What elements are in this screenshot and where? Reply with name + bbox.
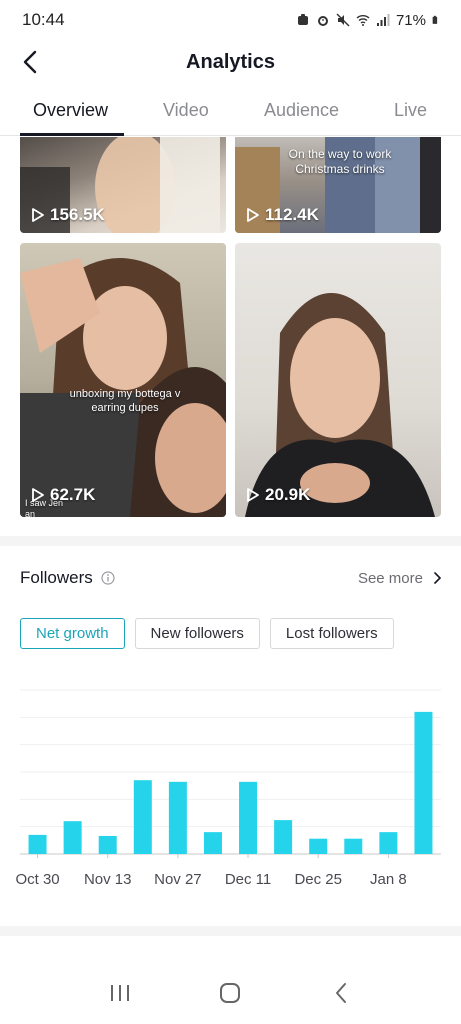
alarm-icon — [317, 16, 328, 26]
play-icon — [247, 208, 259, 222]
video-grid: 156.5K On the way to work Christmas drin… — [0, 137, 461, 527]
view-count: 156.5K — [32, 205, 105, 225]
video-caption: On the way to work Christmas drinks — [288, 147, 392, 176]
x-tick-label: Dec 25 — [294, 871, 342, 888]
chart-bar[interactable] — [344, 838, 363, 854]
section-divider — [0, 536, 461, 546]
video-thumbnail[interactable]: 20.9K — [235, 243, 441, 517]
followers-bar-chart: Oct 30 Nov 13 Nov 27 Dec 11 Dec 25 Jan 8 — [15, 689, 441, 888]
page-title: Analytics — [186, 50, 275, 73]
view-count: 20.9K — [247, 485, 310, 505]
chart-bar[interactable] — [63, 821, 82, 854]
x-tick-label: Nov 27 — [154, 871, 202, 888]
x-tick-label: Dec 11 — [225, 871, 271, 888]
tab-video[interactable]: Video — [163, 100, 209, 121]
video-thumbnail[interactable]: 156.5K — [20, 137, 226, 233]
filter-new-followers[interactable]: New followers — [134, 618, 260, 649]
home-button[interactable] — [215, 978, 245, 1008]
tab-audience[interactable]: Audience — [264, 100, 339, 121]
recents-button[interactable] — [105, 978, 135, 1008]
x-tick-label: Oct 30 — [15, 871, 59, 888]
chart-bar[interactable] — [274, 820, 293, 854]
status-time: 10:44 — [22, 10, 65, 29]
video-thumbnail[interactable]: unboxing my bottega v earring dupes I sa… — [20, 243, 226, 517]
chart-bar[interactable] — [379, 832, 398, 854]
x-tick-label: Jan 8 — [370, 871, 407, 888]
mute-icon — [336, 13, 350, 27]
chart-bar[interactable] — [98, 835, 117, 854]
back-button[interactable] — [14, 46, 46, 78]
section-title: Followers — [20, 568, 93, 587]
signal-icon — [376, 14, 390, 26]
chart-bar[interactable] — [239, 781, 258, 854]
video-frame-image — [245, 293, 435, 517]
chart-bar[interactable] — [414, 711, 433, 854]
tab-overview[interactable]: Overview — [33, 100, 108, 121]
chart-bar[interactable] — [168, 781, 187, 854]
tab-bar: Overview Video Audience Live — [0, 92, 461, 136]
view-count: 62.7K — [32, 485, 95, 505]
video-thumbnail[interactable]: On the way to work Christmas drinks 112.… — [235, 137, 441, 233]
notification-icon — [297, 14, 308, 25]
chart-bar[interactable] — [28, 834, 47, 854]
battery-percent: 71% — [395, 11, 426, 29]
chart-bar[interactable] — [133, 780, 152, 854]
chevron-left-icon — [23, 50, 37, 74]
play-icon — [32, 488, 44, 502]
recents-icon — [111, 985, 130, 1001]
section-divider — [0, 926, 461, 936]
home-icon — [220, 983, 241, 1003]
chart-bar[interactable] — [203, 832, 222, 854]
x-tick-label: Nov 13 — [84, 871, 132, 888]
play-icon — [32, 208, 44, 222]
follower-filters: Net growth New followers Lost followers — [20, 618, 394, 649]
info-icon[interactable] — [101, 571, 115, 585]
wifi-icon — [356, 15, 370, 26]
video-caption: unboxing my bottega v earring dupes — [69, 388, 181, 414]
followers-header: Followers See more — [20, 566, 441, 590]
system-nav-bar — [0, 968, 461, 1018]
chart-bar[interactable] — [309, 838, 328, 854]
filter-lost-followers[interactable]: Lost followers — [269, 618, 394, 649]
battery-icon — [432, 15, 438, 24]
see-more-link[interactable]: See more — [358, 570, 441, 587]
followers-chart: Oct 30 Nov 13 Nov 27 Dec 11 Dec 25 Jan 8 — [0, 680, 461, 900]
app-header: Analytics — [0, 40, 461, 84]
tab-live[interactable]: Live — [394, 100, 427, 121]
see-more-label: See more — [357, 569, 423, 587]
back-nav-button[interactable] — [326, 978, 356, 1008]
video-frame-image — [20, 258, 226, 517]
back-icon — [335, 983, 346, 1003]
status-bar: 10:44 71% — [0, 0, 461, 40]
chevron-right-icon — [434, 572, 441, 584]
play-icon — [247, 488, 259, 502]
view-count: 112.4K — [247, 205, 319, 225]
filter-net-growth[interactable]: Net growth — [20, 618, 125, 649]
active-tab-indicator — [20, 133, 124, 136]
status-icons: 71% — [296, 12, 441, 29]
